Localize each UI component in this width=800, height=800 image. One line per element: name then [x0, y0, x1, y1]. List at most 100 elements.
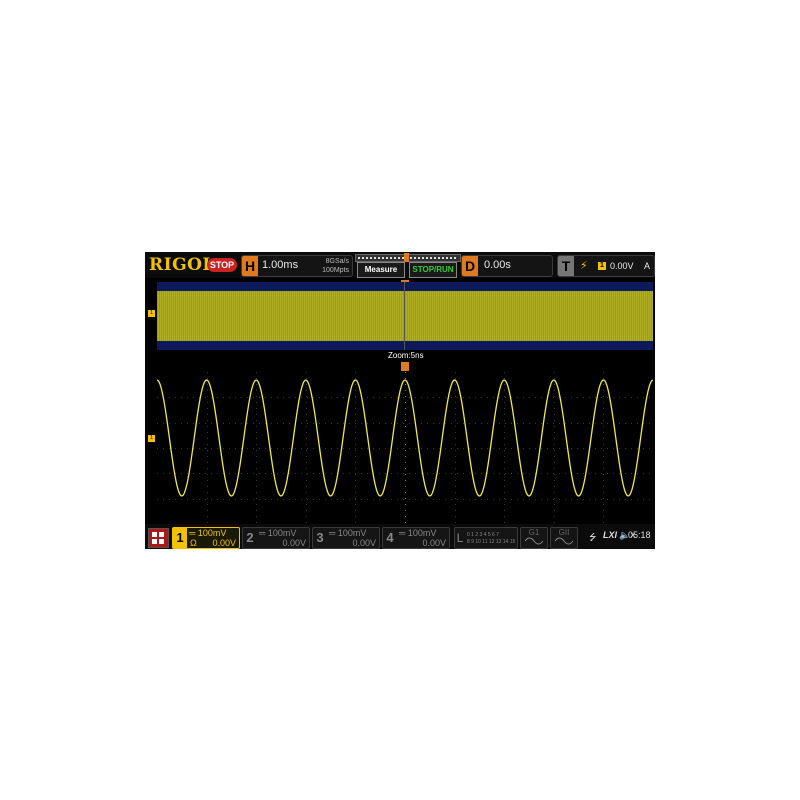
- grid-dot: [469, 499, 470, 500]
- zoom-waveform-view[interactable]: [157, 372, 653, 524]
- grid-dot: [595, 499, 596, 500]
- grid-dot: [325, 499, 326, 500]
- grid-dot: [481, 448, 482, 449]
- grid-dot: [193, 499, 194, 500]
- grid-dot: [455, 504, 456, 505]
- measure-button[interactable]: Measure: [357, 262, 405, 278]
- grid-dot: [511, 448, 512, 449]
- grid-dot: [397, 448, 398, 449]
- grid-dot: [343, 473, 344, 474]
- grid-dot: [455, 474, 456, 475]
- grid-dot: [619, 448, 620, 449]
- grid-dot: [619, 423, 620, 424]
- grid-dot: [207, 372, 208, 373]
- logic-analyzer-panel[interactable]: L 0 1 2 3 4 5 6 7 8 9 10 11 12 13 14 15: [454, 527, 518, 549]
- grid-dot: [217, 499, 218, 500]
- grid-dot: [217, 473, 218, 474]
- delay-panel[interactable]: D 0.00s: [461, 255, 553, 277]
- memory-overview-bar: [355, 253, 461, 262]
- grid-dot: [306, 522, 307, 523]
- grid-dot: [577, 397, 578, 398]
- grid-dot: [457, 473, 458, 474]
- grid-dot: [421, 473, 422, 474]
- grid-dot: [241, 397, 242, 398]
- grid-dot: [313, 423, 314, 424]
- zoom-trigger-position-marker[interactable]: [401, 362, 409, 371]
- grid-dot: [207, 414, 208, 415]
- logic-label: L: [456, 531, 464, 545]
- logic-channels-row-2: 8 9 10 11 12 13 14 15: [467, 539, 516, 545]
- channel-1-panel[interactable]: 1 ═ 100mV Ω 0.00V: [172, 527, 240, 549]
- grid-dot: [199, 499, 200, 500]
- grid-dot: [469, 448, 470, 449]
- grid-dot: [649, 473, 650, 474]
- grid-dot: [207, 384, 208, 385]
- grid-dot: [535, 448, 536, 449]
- grid-dot: [256, 372, 257, 373]
- grid-dot: [603, 414, 604, 415]
- grid-dot: [439, 473, 440, 474]
- trigger-panel[interactable]: T ⚡ 1 0.00V A: [557, 255, 655, 277]
- grid-dot: [457, 499, 458, 500]
- channel-impedance: Ω: [190, 538, 197, 548]
- grid-dot: [541, 499, 542, 500]
- grid-dot: [397, 423, 398, 424]
- grid-dot: [325, 397, 326, 398]
- grid-dot: [523, 448, 524, 449]
- grid-dot: [207, 462, 208, 463]
- grid-dot: [313, 473, 314, 474]
- grid-dot: [613, 448, 614, 449]
- generator-1-panel[interactable]: G1: [520, 527, 548, 549]
- grid-dot: [256, 414, 257, 415]
- grid-dot: [256, 510, 257, 511]
- grid-dot: [355, 473, 356, 474]
- zoom-label: Zoom:5ns: [388, 351, 424, 360]
- channel-3-panel[interactable]: 3 ═ 100mV 0.00V: [312, 527, 380, 549]
- main-ch1-marker[interactable]: 1: [148, 310, 155, 317]
- grid-dot: [463, 473, 464, 474]
- channel-2-panel[interactable]: 2 ═ 100mV 0.00V: [242, 527, 310, 549]
- grid-dot: [169, 423, 170, 424]
- grid-dot: [355, 438, 356, 439]
- grid-dot: [455, 510, 456, 511]
- grid-dot: [451, 473, 452, 474]
- trigger-edge-icon: ⚡: [580, 260, 588, 272]
- grid-dot: [565, 473, 566, 474]
- zoom-ch1-marker[interactable]: 1: [148, 435, 155, 442]
- grid-dot: [256, 438, 257, 439]
- run-status-badge[interactable]: STOP: [207, 258, 237, 272]
- grid-dot: [405, 444, 406, 445]
- grid-dot: [187, 423, 188, 424]
- grid-dot: [631, 473, 632, 474]
- channel-4-panel[interactable]: 4 ═ 100mV 0.00V: [382, 527, 450, 549]
- main-waveform-view[interactable]: [157, 282, 653, 350]
- grid-dot: [319, 499, 320, 500]
- grid-dot: [256, 396, 257, 397]
- grid-dot: [355, 468, 356, 469]
- grid-dot: [603, 498, 604, 499]
- grid-dot: [455, 492, 456, 493]
- sample-rate: 8GSa/s: [325, 258, 349, 265]
- grid-dot: [421, 423, 422, 424]
- main-menu-button[interactable]: [148, 528, 169, 548]
- grid-dot: [163, 499, 164, 500]
- grid-dot: [205, 499, 206, 500]
- grid-dot: [603, 426, 604, 427]
- grid-dot: [283, 448, 284, 449]
- grid-dot: [271, 423, 272, 424]
- grid-dot: [289, 448, 290, 449]
- grid-dot: [355, 516, 356, 517]
- clock-time: 05:18: [628, 530, 651, 540]
- grid-dot: [504, 468, 505, 469]
- grid-dot: [379, 448, 380, 449]
- horizontal-timebase-panel[interactable]: H 1.00ms 8GSa/s 100Mpts: [241, 255, 353, 277]
- grid-dot: [445, 448, 446, 449]
- grid-dot: [603, 522, 604, 523]
- grid-dot: [625, 499, 626, 500]
- grid-dot: [625, 448, 626, 449]
- grid-dot: [603, 396, 604, 397]
- grid-dot: [504, 426, 505, 427]
- grid-dot: [427, 423, 428, 424]
- stop-run-button[interactable]: STOP/RUN: [409, 262, 457, 278]
- generator-2-panel[interactable]: GII: [550, 527, 578, 549]
